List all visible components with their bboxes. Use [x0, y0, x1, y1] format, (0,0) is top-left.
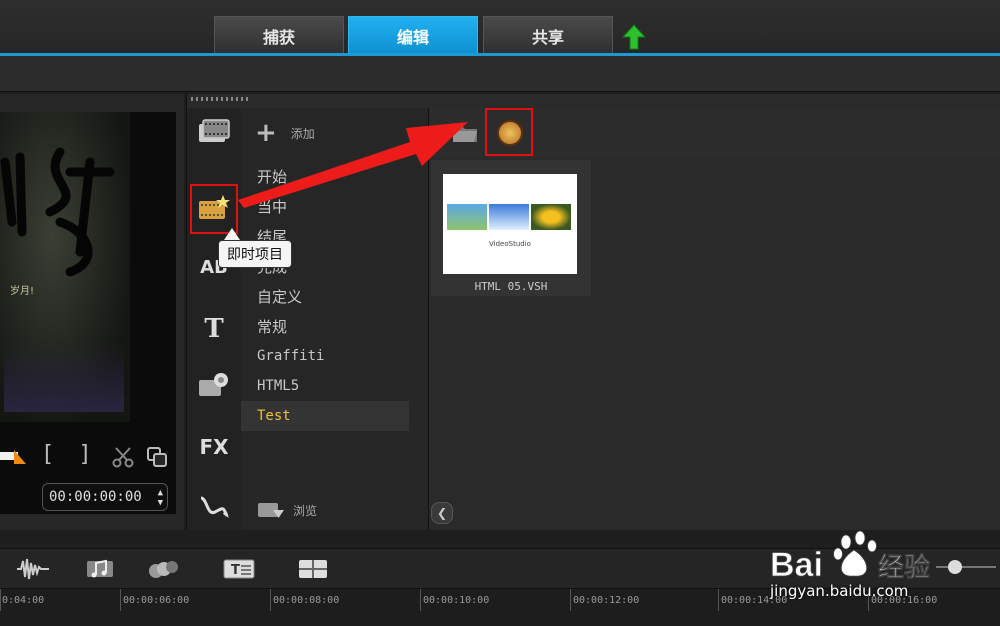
video-icon[interactable] [197, 118, 231, 148]
panel-grip[interactable] [191, 97, 251, 101]
timecode-field[interactable]: 00:00:00:00 ▲ ▼ [42, 483, 168, 511]
ruler-tick [420, 589, 421, 611]
library-sidebar: AB T FX [187, 108, 241, 530]
fx-icon[interactable]: FX [197, 432, 231, 462]
tab-capture[interactable]: 捕获 [214, 16, 344, 54]
music-icon[interactable] [84, 557, 118, 581]
folder-icon[interactable] [451, 120, 479, 144]
trim-marker-icon[interactable] [0, 448, 28, 466]
template-thumbnail[interactable]: VideoStudio HTML 05.VSH [431, 160, 591, 296]
menu-strip [0, 56, 1000, 92]
scroll-left-button[interactable]: ❮ [431, 502, 453, 524]
chevron-left-icon: ❮ [436, 506, 448, 520]
graphic-flower-icon[interactable] [197, 370, 231, 400]
content-toolbar [431, 108, 1000, 158]
thumb-photo [531, 204, 571, 230]
tick-label: 00:00:08:00 [273, 595, 340, 606]
upload-arrow-icon[interactable] [622, 24, 646, 50]
top-tab-bar: 捕获 编辑 共享 [0, 0, 1000, 56]
audio-wave-icon[interactable] [16, 557, 50, 581]
tooltip: 即时项目 [218, 240, 292, 268]
thumb-inner-caption: VideoStudio [489, 240, 531, 248]
tick-label: 0:04:00 [2, 595, 45, 606]
options-icon[interactable] [497, 120, 523, 146]
thumbnail-image: VideoStudio [443, 174, 577, 274]
ruler-tick [270, 589, 271, 611]
category-item[interactable]: Graffiti [241, 341, 409, 371]
calligraphy-image [0, 147, 115, 277]
thumb-photo [447, 204, 487, 230]
browse-button[interactable]: 浏览 [257, 500, 317, 520]
browse-icon [258, 503, 284, 518]
scissors-icon[interactable] [112, 446, 134, 468]
library-panel: AB T FX + 添加 开始 当中 结尾 完成 自定义 常规 Graffiti… [186, 94, 1000, 530]
add-button[interactable]: + 添加 [255, 118, 315, 148]
subtitle-icon[interactable]: T [222, 557, 256, 581]
options-highlight [485, 108, 533, 156]
multi-track-icon[interactable] [296, 557, 330, 581]
tick-label: 00:00:10:00 [423, 595, 490, 606]
category-item[interactable]: 常规 [241, 311, 409, 341]
text-t-icon[interactable]: T [197, 314, 231, 344]
timecode-value: 00:00:00:00 [49, 489, 142, 505]
ruler-tick [718, 589, 719, 611]
category-item[interactable]: 自定义 [241, 281, 409, 311]
watermark-url: jingyan.baidu.com [770, 582, 909, 600]
browse-label: 浏览 [293, 503, 318, 518]
preview-caption: 岁月! [10, 286, 35, 297]
thumb-photo [489, 204, 529, 230]
timecode-stepper-icon[interactable]: ▲ ▼ [158, 488, 163, 508]
zoom-slider[interactable] [936, 566, 996, 568]
path-icon[interactable] [197, 492, 231, 522]
copy-icon[interactable] [146, 446, 168, 468]
tick-label: 00:00:06:00 [123, 595, 190, 606]
add-label: 添加 [290, 126, 315, 141]
mark-out-button[interactable]: ] [80, 442, 89, 467]
instant-project-icon[interactable] [197, 193, 231, 223]
transition-icon[interactable] [146, 557, 180, 581]
tooltip-tail [224, 228, 240, 240]
ruler-tick [0, 589, 1, 611]
mark-in-button[interactable]: [ [44, 442, 53, 467]
preview-city-silhouette [4, 342, 124, 412]
category-item[interactable]: 开始 [241, 161, 409, 191]
category-item-selected[interactable]: Test [241, 401, 409, 431]
svg-text:T: T [231, 563, 240, 578]
thumbnail-label: HTML 05.VSH [474, 280, 548, 293]
category-item[interactable]: HTML5 [241, 371, 409, 401]
tick-label: 00:00:12:00 [573, 595, 640, 606]
category-list: + 添加 开始 当中 结尾 完成 自定义 常规 Graffiti HTML5 T… [241, 108, 429, 530]
ruler-tick [120, 589, 121, 611]
plus-icon: + [255, 118, 277, 148]
preview-frame: 岁月! [0, 112, 130, 422]
ruler-tick [570, 589, 571, 611]
category-item[interactable]: 当中 [241, 191, 409, 221]
tab-share[interactable]: 共享 [483, 16, 613, 54]
tab-edit[interactable]: 编辑 [348, 16, 478, 54]
zoom-slider-knob[interactable] [948, 560, 962, 574]
